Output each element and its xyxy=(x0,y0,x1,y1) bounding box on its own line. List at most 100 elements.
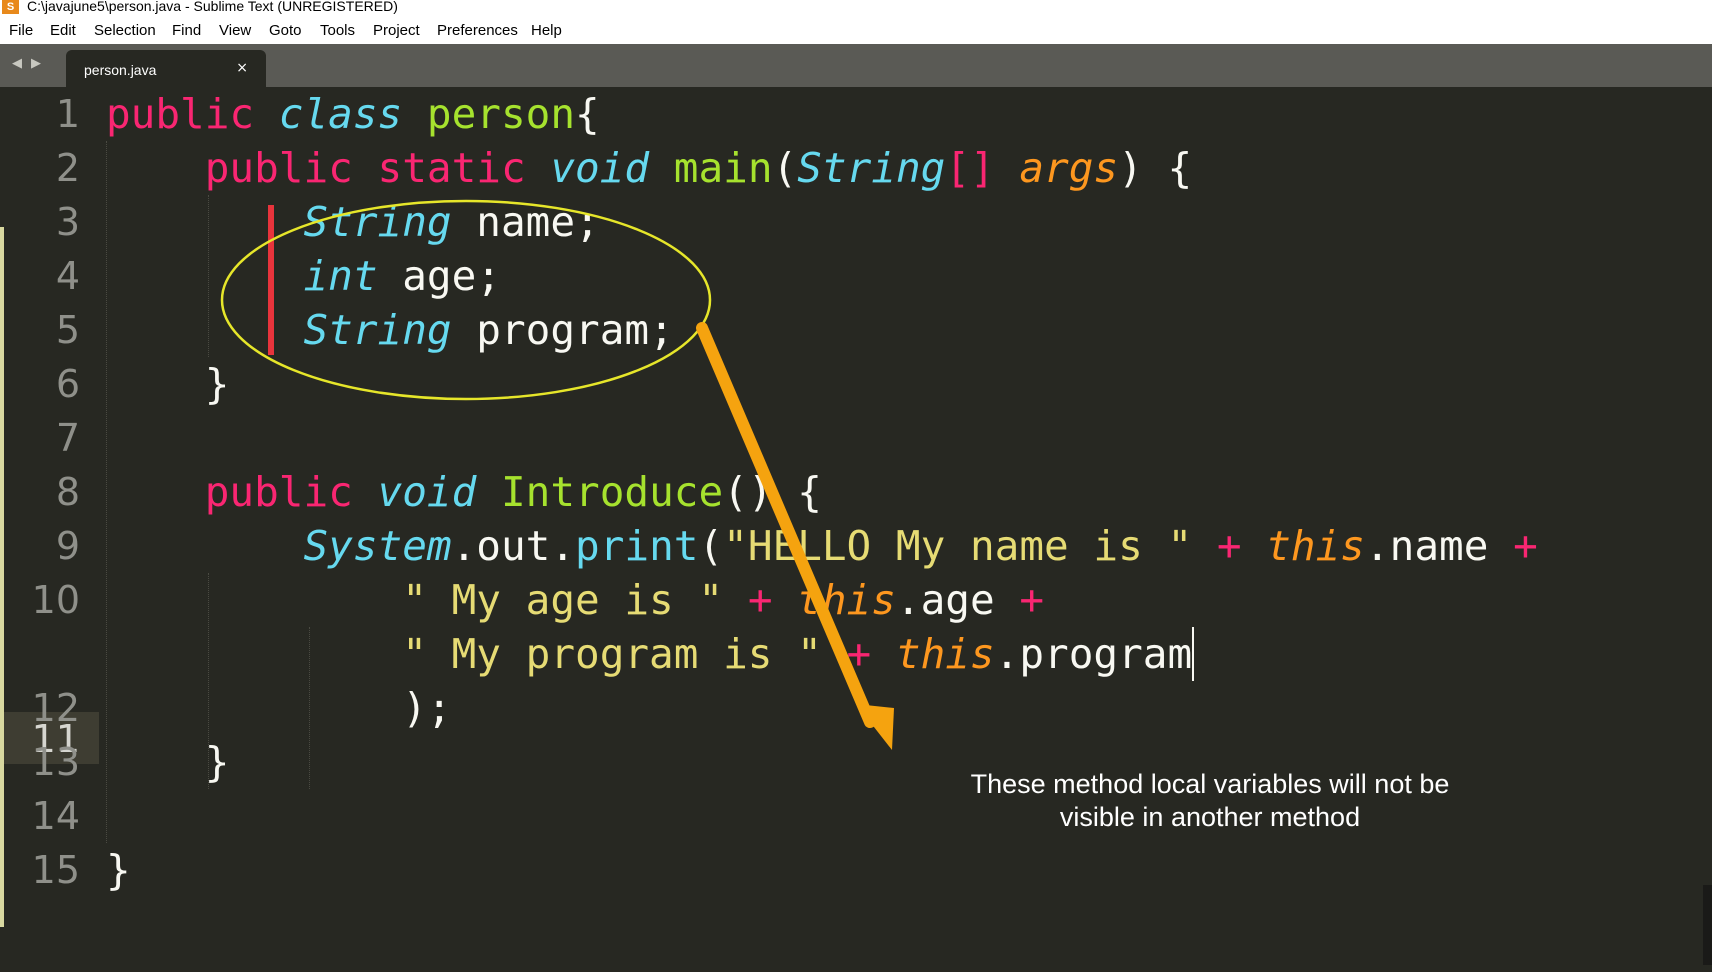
menu-tools[interactable]: Tools xyxy=(320,22,355,39)
string-literal: " My program is " xyxy=(402,630,822,678)
line-number: 9 xyxy=(55,524,80,568)
line-number: 5 xyxy=(55,308,80,352)
variable: program; xyxy=(476,306,674,354)
type: void xyxy=(377,468,477,516)
tab-nav-forward-icon[interactable]: ▶ xyxy=(31,56,41,71)
paren: () xyxy=(723,468,773,516)
code-line-2: public static void main(String[] args) { xyxy=(106,141,1192,195)
window-title: C:\javajune5\person.java - Sublime Text … xyxy=(27,0,398,14)
annotation-line-2: visible in another method xyxy=(1059,802,1361,832)
code-line-6: } xyxy=(106,357,230,411)
type: String xyxy=(303,198,452,246)
line-number: 2 xyxy=(55,146,80,190)
type: void xyxy=(550,144,650,192)
scrollbar-thumb[interactable] xyxy=(1703,885,1712,965)
operator: + xyxy=(1216,522,1242,570)
line-number: 7 xyxy=(55,416,80,460)
tab-label: person.java xyxy=(84,62,157,78)
method-name: Introduce xyxy=(500,468,724,516)
code-line-1: public class person{ xyxy=(106,87,600,141)
brace: { xyxy=(1167,144,1193,192)
class-ref: System xyxy=(303,522,452,570)
menu-edit[interactable]: Edit xyxy=(50,22,76,39)
keyword: public xyxy=(204,144,353,192)
menu-help[interactable]: Help xyxy=(531,22,562,39)
paren: ( xyxy=(698,522,724,570)
paren: ) xyxy=(1118,144,1143,192)
this-keyword: this xyxy=(895,630,995,678)
line-number: 14 xyxy=(31,794,80,838)
type: String xyxy=(303,306,452,354)
operator: + xyxy=(747,576,773,624)
operator: + xyxy=(1019,576,1045,624)
keyword: public xyxy=(106,90,255,138)
brace: } xyxy=(204,360,230,408)
tab-person-java[interactable]: person.java × xyxy=(66,50,266,87)
code-line-9: System.out.print("HELLO My name is " + t… xyxy=(106,519,1538,573)
line-number: 12 xyxy=(31,686,80,730)
code-line-3: String name; xyxy=(106,195,600,249)
brace: { xyxy=(575,90,600,138)
code-line-8: public void Introduce() { xyxy=(106,465,822,519)
brackets: [] xyxy=(945,144,995,192)
statement-end: ); xyxy=(402,684,452,732)
code-line-10: " My age is " + this.age + xyxy=(106,573,1044,627)
tab-bar: ◀ ▶ person.java × xyxy=(0,44,1712,87)
this-keyword: this xyxy=(797,576,896,624)
annotation-text: These method local variables will not be… xyxy=(920,768,1500,834)
variable: name; xyxy=(476,198,600,246)
method-name: main xyxy=(673,144,773,192)
sublime-app-icon: S xyxy=(2,0,19,14)
paren: ( xyxy=(772,144,798,192)
menu-bar: File Edit Selection Find View Goto Tools… xyxy=(0,15,1712,45)
line-number: 15 xyxy=(31,848,80,892)
brace: } xyxy=(204,738,230,786)
code-line-12: ); xyxy=(106,681,452,735)
menu-view[interactable]: View xyxy=(219,22,251,39)
dot: . xyxy=(451,522,477,570)
line-number: 3 xyxy=(55,200,80,244)
menu-file[interactable]: File xyxy=(9,22,33,39)
field: out xyxy=(476,522,551,570)
menu-project[interactable]: Project xyxy=(373,22,420,39)
keyword: public xyxy=(204,468,353,516)
text-cursor xyxy=(1192,627,1195,681)
editor-area[interactable]: 1 2 3 4 5 6 7 8 9 10 11 12 13 14 15 publ… xyxy=(0,87,1712,972)
code-line-13: } xyxy=(106,735,230,789)
brace: { xyxy=(797,468,822,516)
code-line-15: } xyxy=(106,843,131,897)
operator: + xyxy=(846,630,872,678)
line-number: 4 xyxy=(55,254,80,298)
tab-close-icon[interactable]: × xyxy=(236,60,248,76)
keyword: static xyxy=(377,144,526,192)
type: int xyxy=(303,252,378,300)
title-bar: S C:\javajune5\person.java - Sublime Tex… xyxy=(0,0,1712,15)
line-number: 1 xyxy=(55,92,80,136)
brace: } xyxy=(106,846,131,894)
menu-preferences[interactable]: Preferences xyxy=(437,22,518,39)
this-keyword: this xyxy=(1266,522,1365,570)
field: .name xyxy=(1364,522,1489,570)
tab-nav-back-icon[interactable]: ◀ xyxy=(12,56,22,71)
code-line-5: String program; xyxy=(106,303,674,357)
code-line-11: " My program is " + this.program xyxy=(106,627,1195,681)
method-call: print xyxy=(575,522,699,570)
menu-goto[interactable]: Goto xyxy=(269,22,302,39)
code-line-4: int age; xyxy=(106,249,501,303)
menu-selection[interactable]: Selection xyxy=(94,22,156,39)
menu-find[interactable]: Find xyxy=(172,22,201,39)
string-literal: "HELLO My name is " xyxy=(723,522,1193,570)
class-name: person xyxy=(426,90,576,138)
field: .age xyxy=(895,576,995,624)
line-number: 6 xyxy=(55,362,80,406)
parameter: args xyxy=(1019,144,1119,192)
field: .program xyxy=(994,630,1193,678)
variable: age; xyxy=(402,252,501,300)
string-literal: " My age is " xyxy=(402,576,724,624)
line-number: 10 xyxy=(31,578,80,622)
keyword: class xyxy=(278,90,403,138)
operator: + xyxy=(1513,522,1538,570)
type: String xyxy=(797,144,946,192)
modified-lines-marker xyxy=(0,227,4,927)
annotation-line-1: These method local variables will not be xyxy=(970,769,1450,799)
